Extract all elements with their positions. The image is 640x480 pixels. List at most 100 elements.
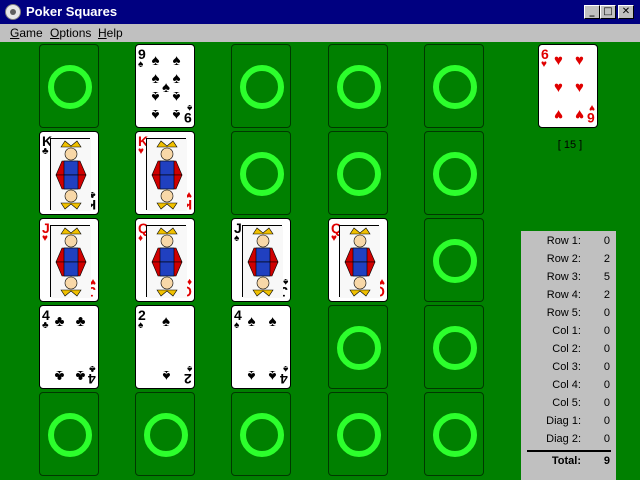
card-pip-icon: ♥ <box>575 79 584 96</box>
card-pip-icon: ♠ <box>151 52 160 69</box>
card-pip-icon: ♠ <box>268 367 277 384</box>
ring-icon <box>433 239 477 283</box>
empty-slot[interactable] <box>328 392 388 476</box>
score-row: Row 4: 2 <box>521 287 616 305</box>
score-value: 0 <box>603 325 610 337</box>
menu-help[interactable]: Help <box>98 26 123 40</box>
app-icon[interactable] <box>5 4 21 20</box>
score-total-row: Total: 9 <box>521 453 616 471</box>
empty-slot[interactable] <box>135 392 195 476</box>
card-pip-icon: ♥ <box>575 52 584 69</box>
cards-remaining-label: [ 15 ] <box>557 139 583 151</box>
menu-game[interactable]: Game <box>10 26 43 40</box>
ring-icon <box>240 65 284 109</box>
ring-icon <box>240 152 284 196</box>
card-rank: 6 <box>587 110 595 126</box>
minimize-button[interactable]: _ <box>584 5 600 19</box>
empty-slot[interactable] <box>328 305 388 389</box>
title-bar[interactable]: Poker Squares _ □ ✕ <box>0 0 640 24</box>
empty-slot[interactable] <box>424 218 484 302</box>
score-row: Col 3: 0 <box>521 359 616 377</box>
score-label: Col 4: <box>552 379 581 391</box>
empty-slot[interactable] <box>39 44 99 128</box>
score-label: Diag 1: <box>546 415 581 427</box>
ring-icon <box>240 413 284 457</box>
score-row: Col 5: 0 <box>521 395 616 413</box>
empty-slot[interactable] <box>328 131 388 215</box>
card-pip-icon: ♠ <box>162 313 170 330</box>
ring-icon <box>48 413 92 457</box>
card-pip-icon: ♠ <box>151 88 160 106</box>
score-label: Row 3: <box>546 271 581 283</box>
score-value: 2 <box>603 253 610 265</box>
card-pip-icon: ♠ <box>151 106 160 123</box>
placed-card: Q♥Q♥ <box>328 218 388 302</box>
score-row: Row 2: 2 <box>521 251 616 269</box>
face-card-art <box>339 225 380 298</box>
menu-options[interactable]: Options <box>50 26 91 40</box>
placed-card: K♥K♥ <box>135 131 195 215</box>
card-suit-icon: ♣ <box>42 146 49 157</box>
maximize-button[interactable]: □ <box>600 5 616 19</box>
empty-slot[interactable] <box>424 131 484 215</box>
card-pip-icon: ♠ <box>172 106 181 123</box>
card-pip-icon: ♠ <box>268 313 277 330</box>
score-label: Row 2: <box>546 253 581 265</box>
score-row: Col 2: 0 <box>521 341 616 359</box>
card-pip-icon: ♠ <box>162 367 170 384</box>
score-row: Col 4: 0 <box>521 377 616 395</box>
total-divider <box>527 450 611 452</box>
score-panel: Row 1: 0 Row 2: 2 Row 3: 5 Row 4: 2 Row 5: 0 Col 1… <box>521 231 616 480</box>
empty-slot[interactable] <box>231 392 291 476</box>
card-suit-icon: ♣ <box>89 363 96 374</box>
score-value: 2 <box>603 289 610 301</box>
score-label: Row 5: <box>546 307 581 319</box>
score-value: 0 <box>603 307 610 319</box>
card-pip-icon: ♠ <box>247 367 256 384</box>
empty-slot[interactable] <box>231 44 291 128</box>
score-total-value: 9 <box>603 455 610 467</box>
score-value: 0 <box>603 343 610 355</box>
ring-icon <box>144 413 188 457</box>
card-pip-icon: ♠ <box>247 313 256 330</box>
window-title: Poker Squares <box>26 4 118 19</box>
menu-bar: Game Options Help <box>0 24 640 42</box>
placed-card: J ♠ J ♠ <box>231 218 291 302</box>
empty-slot[interactable] <box>424 305 484 389</box>
empty-slot[interactable] <box>424 392 484 476</box>
ring-icon <box>337 152 381 196</box>
placed-card: J ♥ J ♥ <box>39 218 99 302</box>
card-suit-icon: ♠ <box>234 233 240 244</box>
empty-slot[interactable] <box>424 44 484 128</box>
card-suit-icon: ♥ <box>541 59 547 70</box>
ring-icon <box>337 326 381 370</box>
score-label: Row 1: <box>546 235 581 247</box>
ring-icon <box>433 326 477 370</box>
score-label: Row 4: <box>546 289 581 301</box>
score-value: 0 <box>603 235 610 247</box>
card-suit-icon: ♣ <box>42 320 49 331</box>
empty-slot[interactable] <box>328 44 388 128</box>
card-suit-icon: ♦ <box>186 276 192 287</box>
score-value: 5 <box>603 271 610 283</box>
card-pip-icon: ♥ <box>575 106 584 123</box>
empty-slot[interactable] <box>39 392 99 476</box>
card-suit-icon: ♥ <box>331 233 337 244</box>
score-label: Col 2: <box>552 343 581 355</box>
face-card-art <box>242 225 283 298</box>
score-row: Row 5: 0 <box>521 305 616 323</box>
ring-icon <box>433 65 477 109</box>
card-suit-icon: ♠ <box>282 276 288 287</box>
next-card[interactable]: 6 ♥ 6 ♥ ♥ ♥ ♥ ♥ ♥ ♥ <box>538 44 598 128</box>
placed-card: 4 ♠ 4 ♠ ♠ ♠ ♠ ♠ <box>231 305 291 389</box>
score-label: Diag 2: <box>546 433 581 445</box>
card-suit-icon: ♠ <box>234 320 240 331</box>
placed-card: 9 ♠ 9 ♠ ♠ ♠ ♠ ♠ ♠ ♠ ♠ ♠ ♠ <box>135 44 195 128</box>
score-value: 0 <box>603 361 610 373</box>
empty-slot[interactable] <box>231 131 291 215</box>
score-row: Diag 1: 0 <box>521 413 616 431</box>
close-button[interactable]: ✕ <box>618 5 634 19</box>
card-suit-icon: ♥ <box>42 233 48 244</box>
card-suit-icon: ♠ <box>138 59 144 70</box>
face-card-art <box>146 225 187 298</box>
